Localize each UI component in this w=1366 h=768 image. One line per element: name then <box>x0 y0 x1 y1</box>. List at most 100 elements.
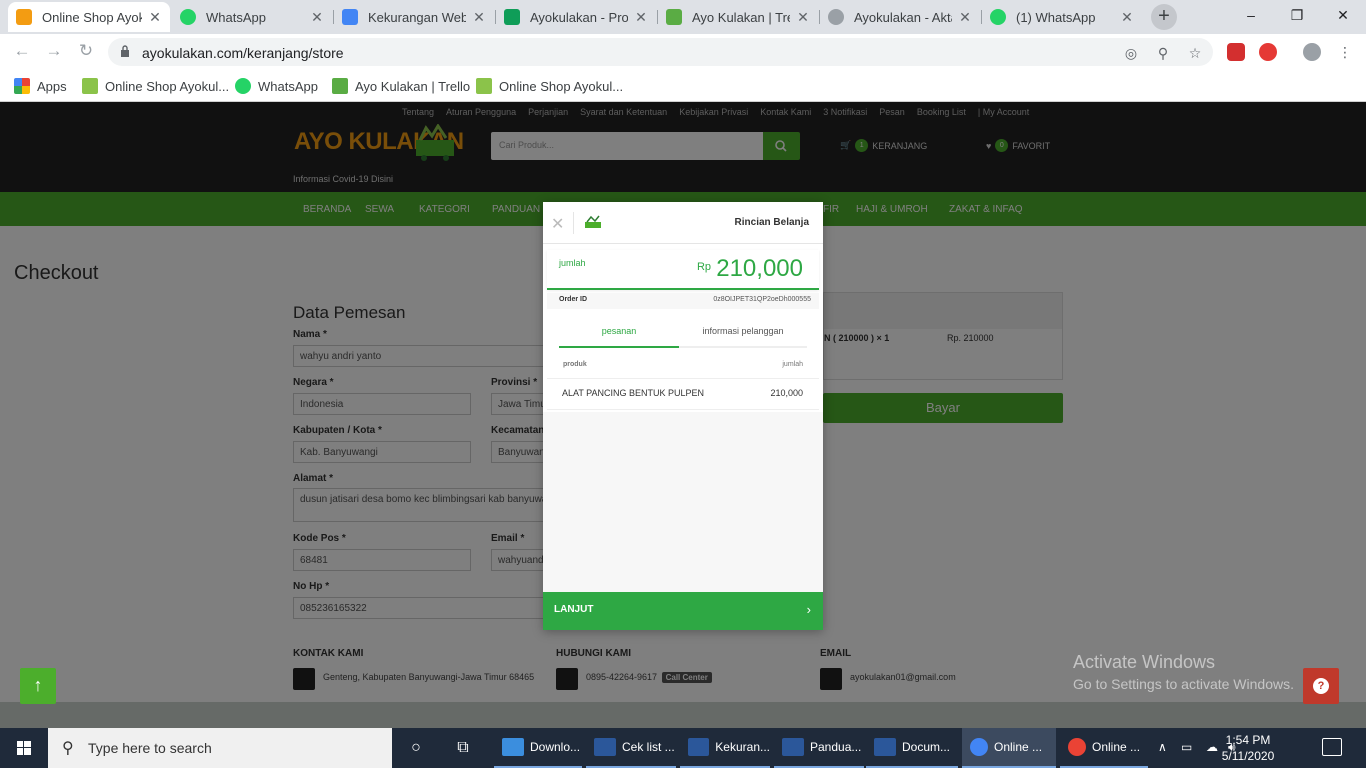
continue-button[interactable]: LANJUT › <box>543 592 823 630</box>
tab-kekurangan-web[interactable]: Kekurangan Web / ✕ <box>334 2 494 32</box>
clock-date: 5/11/2020 <box>1221 749 1275 763</box>
restore-window-icon[interactable]: ❐ <box>1274 0 1320 32</box>
start-button[interactable] <box>0 728 48 768</box>
question-icon: ? <box>1313 678 1329 694</box>
taskbar-app-word-panduan[interactable]: Pandua... <box>774 728 864 768</box>
trello-icon <box>666 9 682 25</box>
back-arrow-icon[interactable]: ← <box>10 40 34 64</box>
watermark-subtitle: Go to Settings to activate Windows. <box>1073 676 1294 692</box>
taskbar-app-label: Online ... <box>1092 740 1141 754</box>
tab-whatsapp-2[interactable]: (1) WhatsApp ✕ <box>982 2 1142 32</box>
item-amount: 210,000 <box>770 388 803 398</box>
close-tab-icon[interactable]: ✕ <box>310 9 324 26</box>
url-text: ayokulakan.com/keranjang/store <box>142 45 344 61</box>
column-jumlah: jumlah <box>782 361 803 368</box>
ayokulakan-favicon-icon <box>82 78 98 94</box>
notification-center-icon[interactable] <box>1322 738 1342 756</box>
taskbar-app-word-cek-list[interactable]: Cek list ... <box>586 728 676 768</box>
bookmark-online-shop-1[interactable]: Online Shop Ayokul... <box>82 76 229 96</box>
ayokulakan-favicon-icon <box>16 9 32 25</box>
help-button[interactable]: ? <box>1303 668 1339 704</box>
merchant-logo-icon <box>585 215 601 228</box>
taskbar-app-word-kekurangan[interactable]: Kekuran... <box>680 728 770 768</box>
windows-taskbar: ⚲ Type here to search ○ ⧉ Downlo... Cek … <box>0 728 1366 768</box>
amount-value: 210,000 <box>716 255 803 282</box>
tab-pesanan[interactable]: pesanan <box>559 326 679 348</box>
browser-toolbar: ← → ↻ ayokulakan.com/keranjang/store ◎ ⚲… <box>0 34 1366 70</box>
bookmark-online-shop-2[interactable]: Online Shop Ayokul... <box>476 76 623 96</box>
items-table-header: produk jumlah <box>547 357 819 373</box>
bookmark-trello[interactable]: Ayo Kulakan | Trello <box>332 76 470 96</box>
google-docs-icon <box>342 9 358 25</box>
bookmark-whatsapp[interactable]: WhatsApp <box>235 76 318 96</box>
close-icon[interactable]: ✕ <box>551 214 564 234</box>
order-id-row: Order ID 0z8OIJPET31QP2oeDh000555 <box>547 293 819 309</box>
tab-whatsapp[interactable]: WhatsApp ✕ <box>172 2 332 32</box>
activate-windows-watermark: Activate Windows Go to Settings to activ… <box>1073 652 1294 692</box>
network-icon[interactable]: ▭ <box>1181 740 1192 754</box>
profile-avatar-icon[interactable] <box>1303 43 1321 61</box>
tab-label: Kekurangan Web / <box>368 9 466 25</box>
column-produk: produk <box>563 361 587 368</box>
tab-online-shop-ayokulakan[interactable]: Online Shop Ayok ✕ <box>8 2 170 32</box>
menu-kebab-icon[interactable]: ⋮ <box>1336 43 1354 61</box>
tab-ayokulakan-prog[interactable]: Ayokulakan - Prog ✕ <box>496 2 656 32</box>
order-id-value: 0z8OIJPET31QP2oeDh000555 <box>713 296 811 303</box>
reload-icon[interactable]: ↻ <box>74 40 98 64</box>
tab-label: Online Shop Ayok <box>42 9 142 25</box>
clock-time: 1:54 PM <box>1225 733 1271 747</box>
apps-grid-icon <box>14 78 30 94</box>
tab-trello[interactable]: Ayo Kulakan | Trel ✕ <box>658 2 818 32</box>
tab-ayokulakan-akta[interactable]: Ayokulakan - Akta ✕ <box>820 2 980 32</box>
whatsapp-icon <box>180 9 196 25</box>
browser-tab-bar: Online Shop Ayok ✕ WhatsApp ✕ Kekurangan… <box>0 0 1366 34</box>
word-icon <box>874 738 896 756</box>
minimize-window-icon[interactable]: – <box>1228 0 1274 32</box>
scroll-top-button[interactable]: ↑ <box>20 668 56 704</box>
item-name: ALAT PANCING BENTUK PULPEN <box>562 388 705 398</box>
download-icon <box>502 738 524 756</box>
taskbar-search-box[interactable]: ⚲ Type here to search <box>48 728 392 768</box>
bookmark-apps[interactable]: Apps <box>14 76 67 96</box>
extension-icon[interactable] <box>1227 43 1245 61</box>
new-tab-button[interactable]: + <box>1151 4 1177 30</box>
bookmark-star-icon[interactable]: ☆ <box>1186 44 1204 62</box>
tab-label: (1) WhatsApp <box>1016 9 1096 25</box>
close-tab-icon[interactable]: ✕ <box>1120 9 1134 26</box>
taskbar-app-label: Online ... <box>994 740 1043 754</box>
taskbar-app-chrome-2[interactable]: Online ... <box>1060 728 1148 768</box>
show-hidden-icons-chevron-icon[interactable]: ∧ <box>1158 740 1167 754</box>
whatsapp-icon <box>235 78 251 94</box>
windows-logo-icon <box>17 741 31 755</box>
taskbar-app-label: Pandua... <box>810 740 862 754</box>
taskbar-app-downloads[interactable]: Downlo... <box>494 728 582 768</box>
close-tab-icon[interactable]: ✕ <box>796 9 810 26</box>
search-placeholder: Type here to search <box>88 740 212 756</box>
close-tab-icon[interactable]: ✕ <box>634 9 648 26</box>
close-window-icon[interactable]: ✕ <box>1320 0 1366 32</box>
taskbar-app-word-document[interactable]: Docum... <box>866 728 958 768</box>
address-bar[interactable]: ayokulakan.com/keranjang/store ◎ ⚲ ☆ <box>108 38 1213 66</box>
taskbar-clock[interactable]: 1:54 PM 5/11/2020 <box>1214 732 1282 764</box>
taskbar-app-label: Cek list ... <box>622 740 675 754</box>
zoom-icon[interactable]: ⚲ <box>1154 44 1172 62</box>
bookmark-label: WhatsApp <box>258 78 318 94</box>
close-tab-icon[interactable]: ✕ <box>958 9 972 26</box>
modal-header: ✕ Rincian Belanja <box>543 202 823 244</box>
close-tab-icon[interactable]: ✕ <box>148 9 162 26</box>
tab-informasi-pelanggan[interactable]: informasi pelanggan <box>683 326 803 348</box>
location-icon[interactable]: ◎ <box>1122 44 1140 62</box>
modal-body-background <box>543 412 823 592</box>
forward-arrow-icon[interactable]: → <box>42 40 66 64</box>
taskbar-app-chrome-1[interactable]: Online ... <box>962 728 1056 768</box>
task-view-icon[interactable]: ⧉ <box>453 738 473 758</box>
tab-label: Ayo Kulakan | Trel <box>692 9 790 25</box>
taskbar-app-label: Downlo... <box>530 740 581 754</box>
modal-tabs: pesanan informasi pelanggan <box>559 326 807 348</box>
bookmark-label: Online Shop Ayokul... <box>105 78 230 94</box>
chrome-icon <box>1068 738 1086 756</box>
close-tab-icon[interactable]: ✕ <box>472 9 486 26</box>
adblock-extension-icon[interactable] <box>1259 43 1277 61</box>
cortana-icon[interactable]: ○ <box>406 738 426 758</box>
payment-modal: ✕ Rincian Belanja jumlah Rp 210,000 Orde… <box>543 202 823 630</box>
